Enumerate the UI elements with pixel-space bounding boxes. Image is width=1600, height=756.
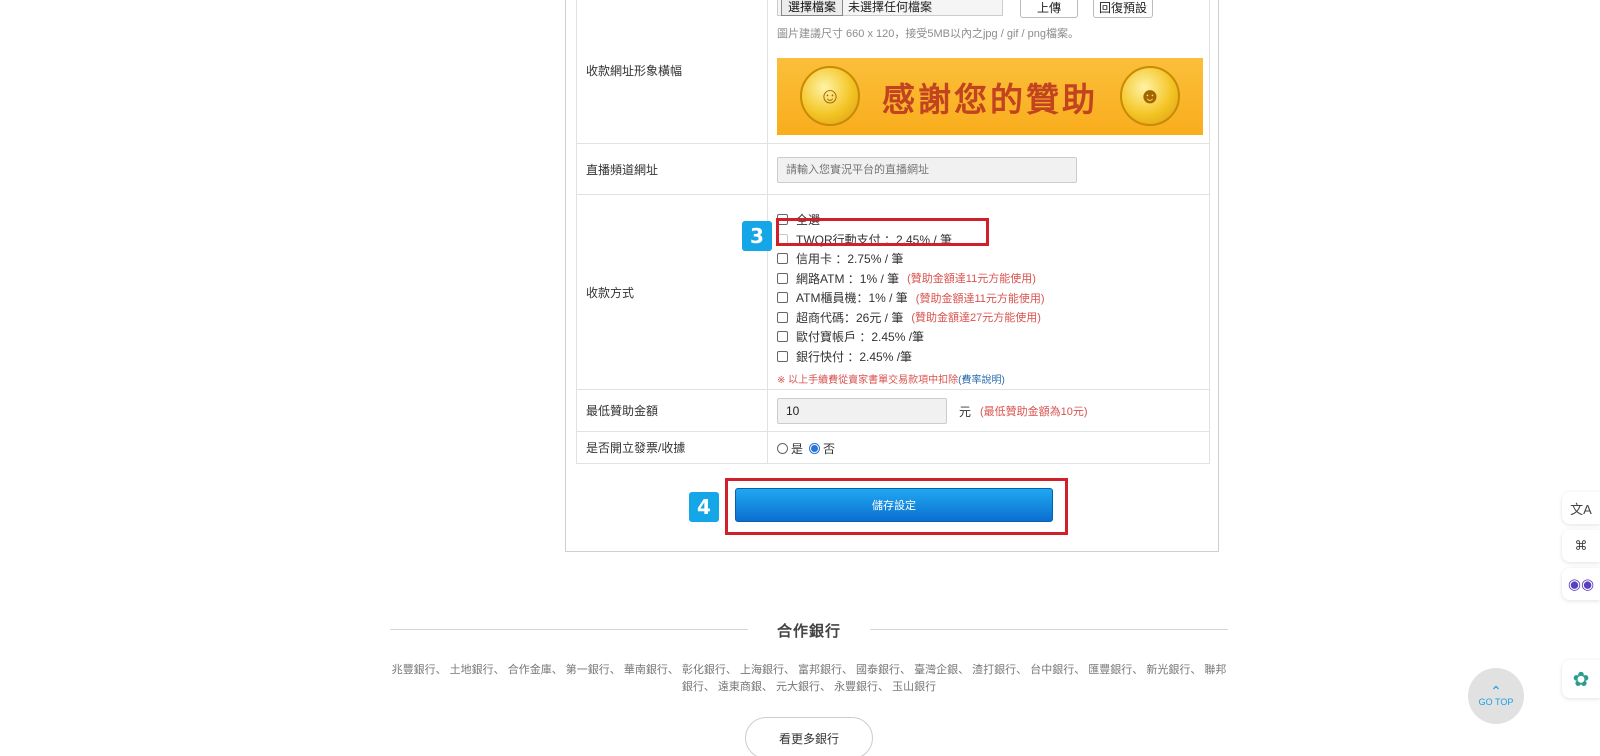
payment-method-note: (贊助金額達11元方能使用) [915,292,1045,305]
save-settings-button[interactable]: 儲存設定 [735,488,1053,522]
step-3-badge: 3 [742,221,772,251]
payment-method-label: ATM櫃員機：1% / 筆 [796,291,908,306]
file-name-text: 未選擇任何檔案 [848,0,933,14]
live-channel-url-input[interactable] [777,157,1077,183]
live-channel-row: 直播頻道網址 [577,144,1209,195]
atm-checkbox[interactable] [777,292,788,304]
banner-preview: ☺ 感謝您的贊助 ☻ [777,58,1203,135]
invoice-label: 是否開立發票/收據 [577,432,768,463]
invoice-yes-label: 是 [791,442,804,456]
bank-list: 兆豐銀行、 土地銀行、 合作金庫、 第一銀行、 華南銀行、 彰化銀行、 上海銀行… [391,664,1227,693]
coin-icon: ☺ [800,66,860,126]
min-amount-input[interactable] [777,398,947,424]
min-amount-row: 最低贊助金額 元 (最低贊助金額為10元) [577,390,1209,432]
payment-method-label: 網路ATM ：1% / 筆 [796,271,900,286]
min-amount-label: 最低贊助金額 [577,390,768,431]
fee-explanation-link[interactable]: (費率說明) [958,371,1005,386]
live-channel-value [768,144,1209,194]
cvs-code-checkbox[interactable] [777,311,788,323]
banner-text: 感謝您的贊助 [882,79,1098,119]
ai-assistant-icon[interactable]: ✿ [1562,660,1600,698]
banner-value: 選擇檔案 未選擇任何檔案 上傳 回復預設 圖片建議尺寸 660 x 120，接受… [768,0,1209,143]
choose-file-button[interactable]: 選擇檔案 [781,0,844,16]
payment-method-label: 銀行快付 ：2.45% /筆 [796,349,913,364]
fee-note: ※ 以上手續費從賣家書單交易款項中扣除 (費率說明) [777,370,1045,386]
side-toolbar: 文A ⌘ ◉◉ [1562,492,1600,606]
live-channel-label: 直播頻道網址 [577,144,768,194]
apps-grid-icon[interactable]: ⌘ [1562,530,1600,562]
payment-method-label: 超商代碼：26元 / 筆 [796,310,904,325]
step-3-overlay: 3 [575,196,1209,256]
save-highlight-box: 儲存設定 [725,478,1068,535]
file-input[interactable]: 選擇檔案 未選擇任何檔案 [777,0,1003,16]
payment-method-cvs-code[interactable]: 超商代碼：26元 / 筆 (贊助金額達27元方能使用) [777,308,1045,328]
min-amount-value: 元 (最低贊助金額為10元) [768,390,1209,431]
go-top-label: GO TOP [1478,697,1514,707]
step-4-badge: 4 [689,492,719,522]
payment-method-web-atm[interactable]: 網路ATM ：1% / 筆 (贊助金額達11元方能使用) [777,269,1045,289]
translate-icon[interactable]: 文A [1562,492,1600,524]
chevron-up-icon: ⌃ [1490,683,1502,699]
invoice-row: 是否開立發票/收據 是 否 [577,432,1209,464]
go-top-button[interactable]: ⌃ GO TOP [1468,668,1524,724]
banner-size-hint: 圖片建議尺寸 660 x 120，接受5MB以內之jpg / gif / png… [777,28,1079,40]
more-banks-button[interactable]: 看更多銀行 [745,717,873,756]
payment-method-atm[interactable]: ATM櫃員機：1% / 筆 (贊助金額達11元方能使用) [777,288,1045,308]
min-amount-note: (最低贊助金額為10元) [980,406,1088,418]
bank-fastpay-checkbox[interactable] [777,350,788,362]
fee-note-text: ※ 以上手續費從賣家書單交易款項中扣除 [777,374,959,386]
banner-row: 收款網址形象橫幅 選擇檔案 未選擇任何檔案 上傳 回復預設 圖片建議尺寸 660… [577,0,1209,144]
web-atm-checkbox[interactable] [777,272,788,284]
partner-banks-title: 合作銀行 [776,623,841,640]
banner-label: 收款網址形象橫幅 [577,0,768,143]
invoice-no-radio[interactable] [809,443,821,454]
coin-icon: ☻ [1120,66,1180,126]
payment-method-note: (贊助金額達27元方能使用) [911,312,1041,325]
payment-method-note: (贊助金額達11元方能使用) [907,273,1036,286]
invoice-radio-group: 是 否 [777,440,835,457]
reset-default-button[interactable]: 回復預設 [1093,0,1153,18]
min-amount-unit: 元 [959,405,972,419]
payment-method-bank-fastpay[interactable]: 銀行快付 ：2.45% /筆 [777,347,1045,367]
twqr-highlight-box [776,218,989,246]
opay-account-checkbox[interactable] [777,331,788,343]
upload-button[interactable]: 上傳 [1020,0,1078,18]
divider [870,629,1228,630]
payment-method-opay-account[interactable]: 歐付寶帳戶 ：2.45% /筆 [777,327,1045,347]
invoice-no-label: 否 [823,442,836,456]
invoice-yes-radio[interactable] [777,443,788,454]
settings-panel: 收款網址形象橫幅 選擇檔案 未選擇任何檔案 上傳 回復預設 圖片建議尺寸 660… [565,0,1219,552]
invoice-value: 是 否 [768,432,1209,463]
owl-assistant-icon[interactable]: ◉◉ [1562,568,1600,600]
payment-method-label: 歐付寶帳戶 ：2.45% /筆 [796,330,925,345]
